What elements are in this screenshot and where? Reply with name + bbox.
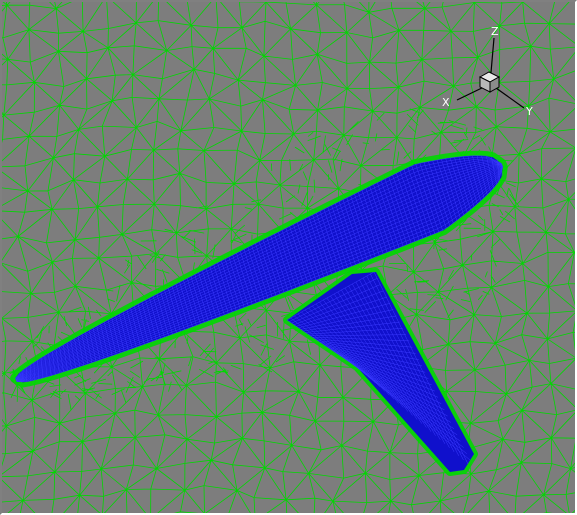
x-axis-label: X <box>442 96 450 109</box>
z-axis-label: Z <box>491 25 499 38</box>
mesh-scene[interactable]: Z X Y <box>2 2 575 513</box>
y-axis-label: Y <box>525 105 533 118</box>
3d-viewport[interactable]: Z X Y <box>0 0 577 515</box>
